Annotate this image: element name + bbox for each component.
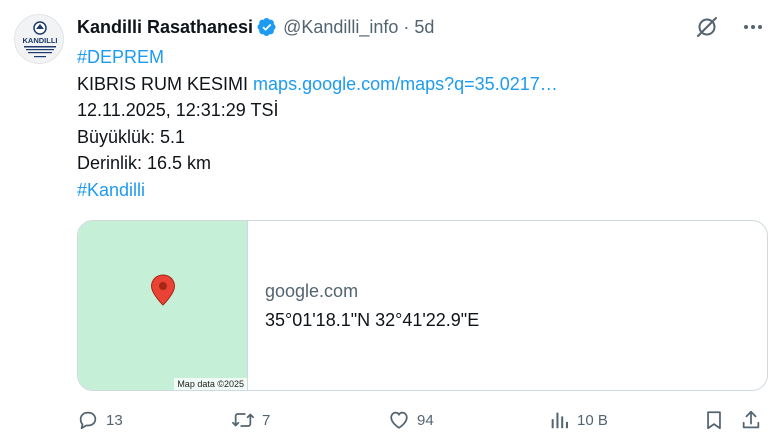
- tweet-header: Kandilli Rasathanesi @Kandilli_info · 5d: [77, 13, 434, 41]
- reply-count: 13: [106, 411, 123, 429]
- card-domain: google.com: [265, 281, 359, 301]
- datetime-text: 12.11.2025, 12:31:29 TSİ: [77, 100, 279, 120]
- reply-button[interactable]: 13: [77, 405, 123, 435]
- avatar[interactable]: KANDILLI: [14, 14, 64, 64]
- views-icon: [548, 409, 570, 431]
- grok-icon[interactable]: [694, 14, 720, 40]
- action-bar: 13 7 94 10 B: [77, 405, 768, 435]
- map-link[interactable]: maps.google.com/maps?q=35.0217…: [253, 74, 558, 94]
- separator-dot: ·: [403, 16, 410, 37]
- bookmark-icon: [703, 409, 725, 431]
- link-card[interactable]: Map data ©2025 google.com 35°01'18.1"N 3…: [77, 220, 768, 391]
- tweet-text: #DEPREM KIBRIS RUM KESIMI maps.google.co…: [77, 44, 757, 203]
- map-credit: Map data ©2025: [174, 378, 247, 390]
- like-count: 94: [417, 411, 434, 429]
- verified-badge-icon[interactable]: [257, 17, 277, 37]
- card-title: 35°01'18.1"N 32°41'22.9"E: [265, 310, 480, 330]
- top-actions: [694, 14, 766, 40]
- card-map-thumbnail[interactable]: Map data ©2025: [78, 221, 248, 390]
- share-button[interactable]: [740, 405, 762, 435]
- handle[interactable]: @Kandilli_info: [283, 17, 398, 38]
- depth-text: Derinlik: 16.5 km: [77, 153, 212, 173]
- timestamp[interactable]: 5d: [414, 17, 434, 38]
- views-button[interactable]: 10 B: [548, 405, 608, 435]
- more-icon[interactable]: [740, 14, 766, 40]
- like-button[interactable]: 94: [388, 405, 434, 435]
- region-text: KIBRIS RUM KESIMI: [77, 73, 249, 94]
- repost-count: 7: [262, 411, 271, 429]
- reply-icon: [77, 409, 99, 431]
- bookmark-button[interactable]: [703, 405, 725, 435]
- like-icon: [388, 409, 410, 431]
- avatar-logo-text: KANDILLI: [23, 36, 58, 45]
- magnitude-text: Büyüklük: 5.1: [77, 126, 186, 147]
- repost-button[interactable]: 7: [231, 405, 270, 435]
- repost-icon: [231, 409, 255, 431]
- hashtag-deprem[interactable]: #DEPREM: [77, 47, 164, 67]
- display-name[interactable]: Kandilli Rasathanesi: [77, 17, 253, 38]
- share-icon: [740, 409, 762, 431]
- map-pin-icon: [150, 274, 176, 311]
- card-body[interactable]: google.com 35°01'18.1"N 32°41'22.9"E: [248, 221, 479, 390]
- hashtag-kandilli[interactable]: #Kandilli: [77, 180, 145, 200]
- views-count: 10 B: [577, 411, 608, 429]
